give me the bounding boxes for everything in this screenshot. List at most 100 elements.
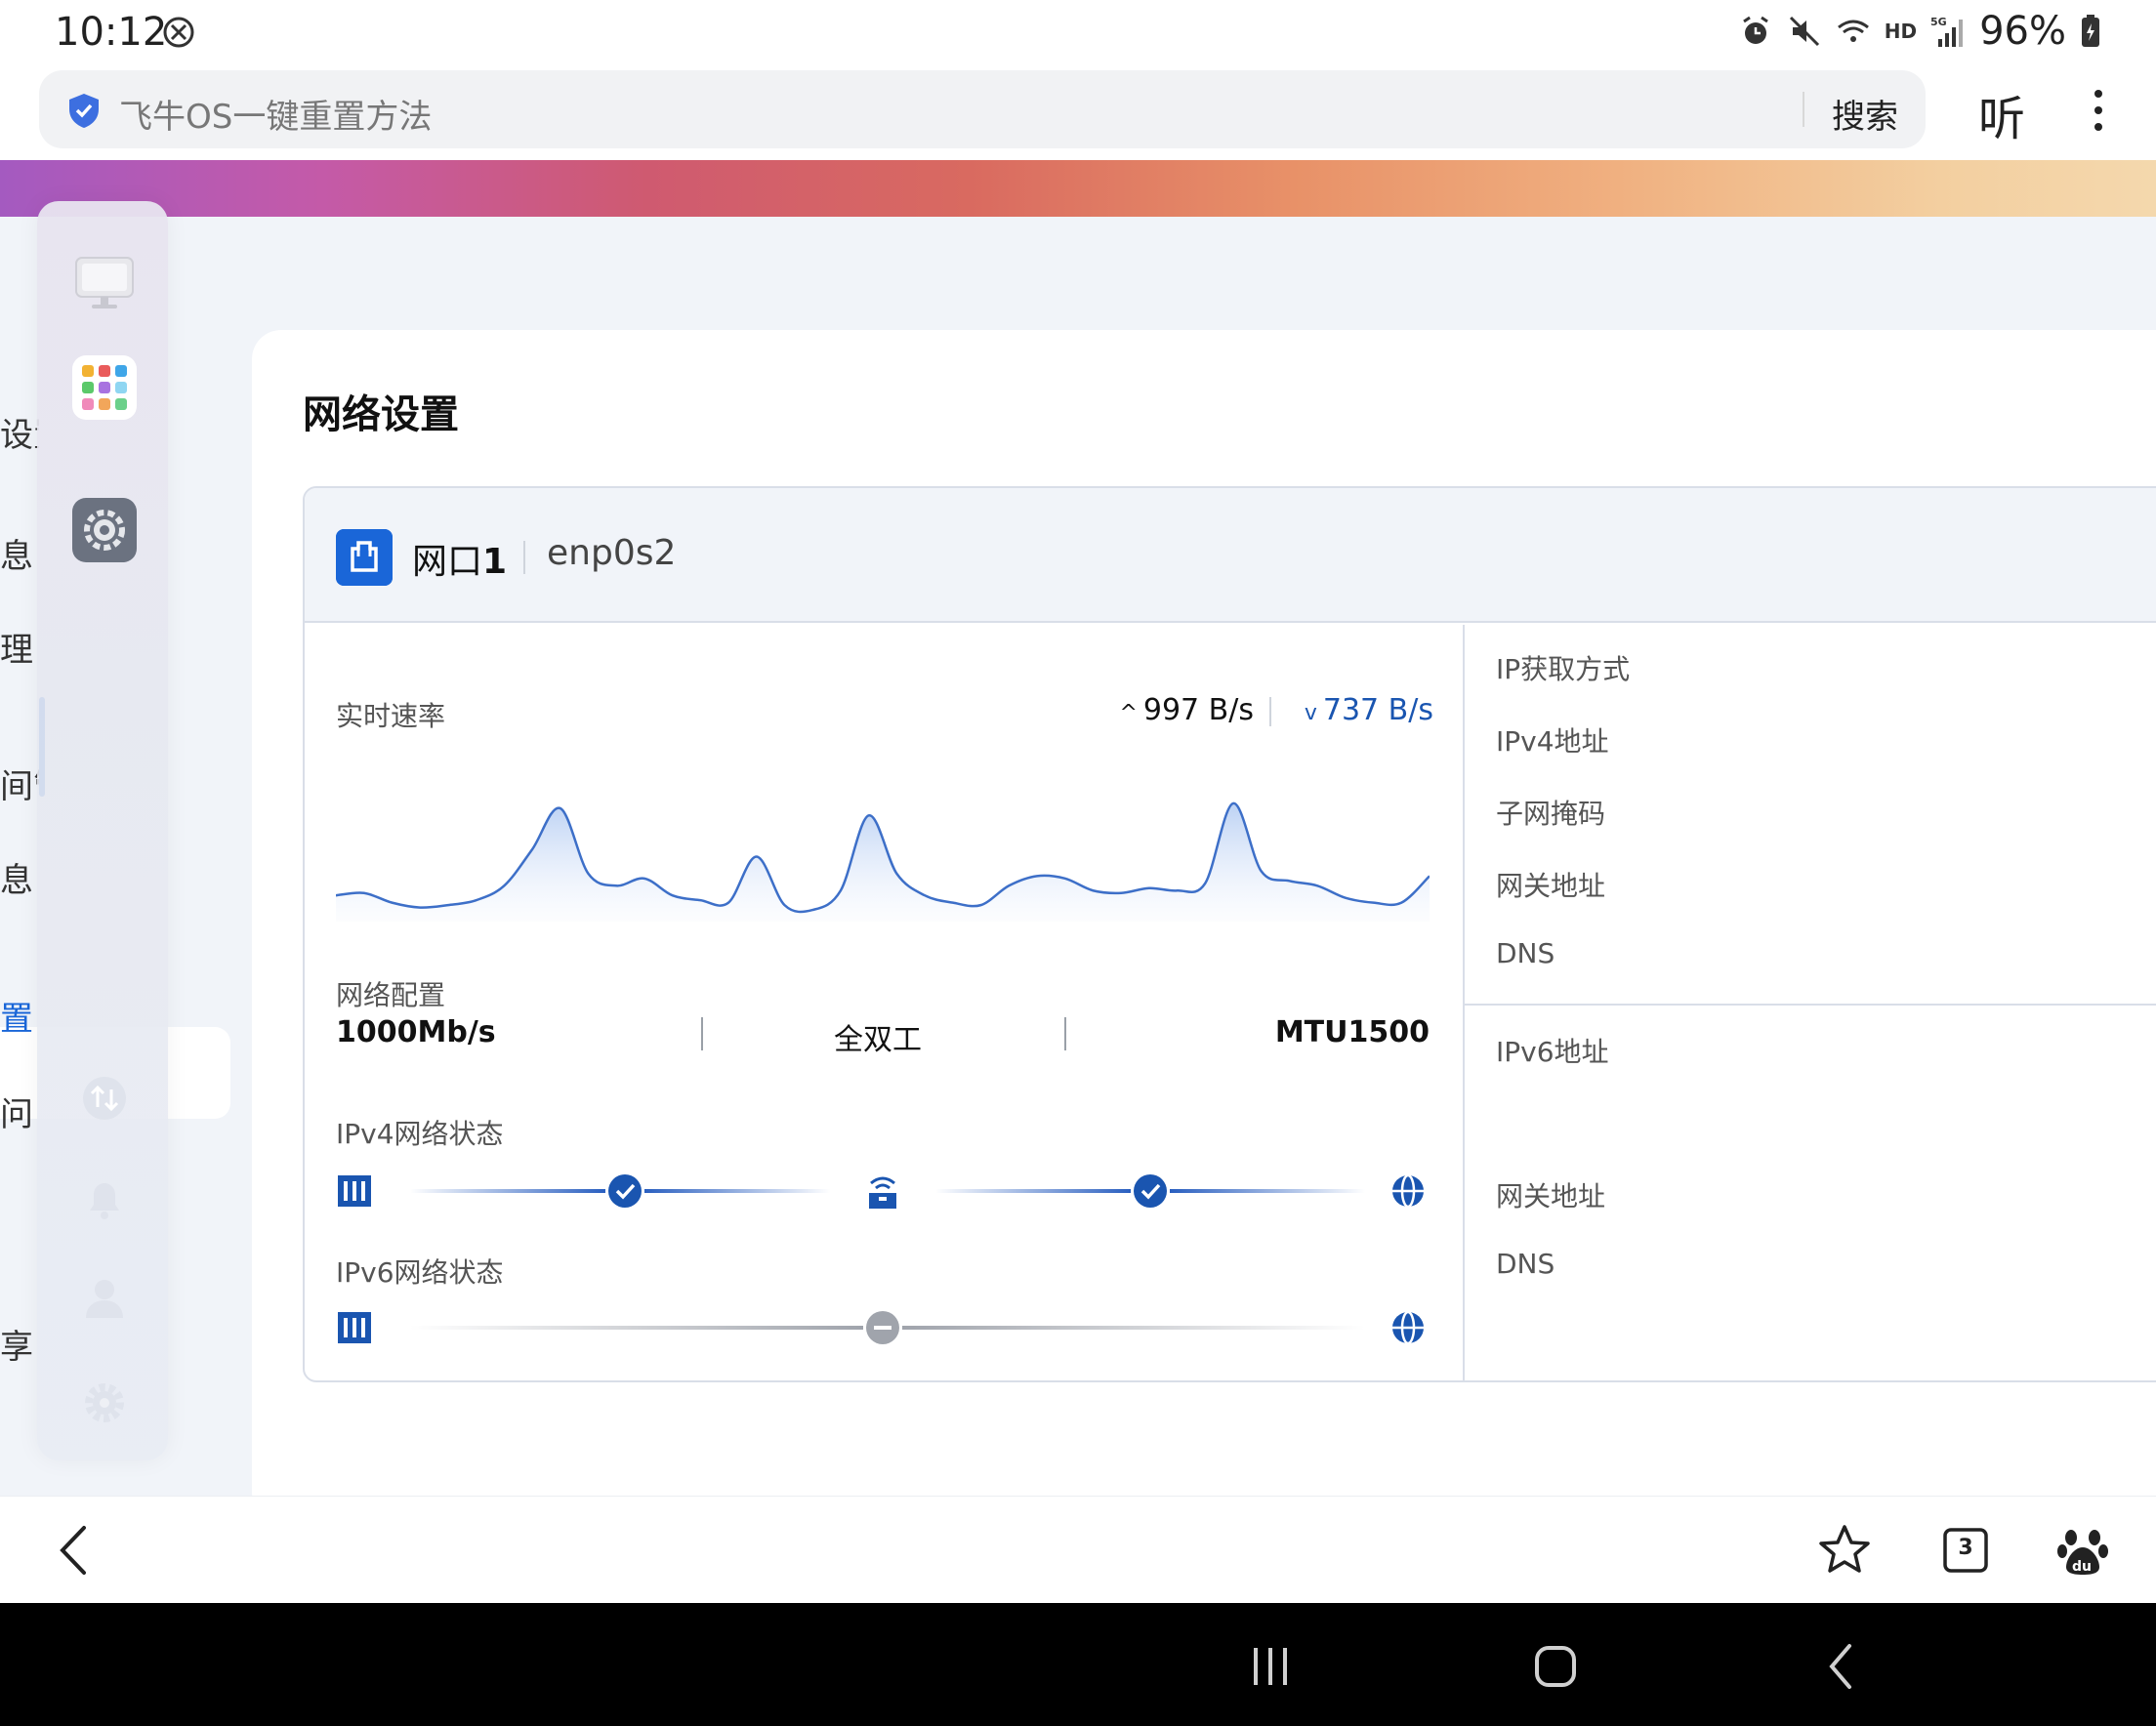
- web-viewport: 设置 息 理 间管 息 置 问 享: [0, 160, 2156, 1496]
- gateway-label: 网关地址: [1496, 870, 1606, 902]
- ip-section-divider: [1465, 1004, 2156, 1006]
- ethernet-port-icon: [336, 529, 393, 586]
- port-name-prefix: 网口: [412, 542, 483, 582]
- top-gradient-bar: [0, 160, 2156, 217]
- transfer-icon[interactable]: [80, 1074, 129, 1123]
- network-config-row: 1000Mb/s 全双工 MTU1500: [336, 1015, 1430, 1057]
- nic-icon: [338, 1312, 371, 1343]
- nav-back-icon[interactable]: [1818, 1642, 1867, 1691]
- dns-label: DNS: [1496, 937, 1555, 969]
- mute-icon: [1789, 16, 1819, 47]
- network-settings-card: 网络设置 网口1 enp0s2 实时速率 ^997 B/s v737 B/s: [252, 330, 2156, 1496]
- app-dock: [37, 201, 168, 1460]
- globe-icon: [1392, 1173, 1424, 1209]
- ipv4-status-diagram: [338, 1173, 1424, 1209]
- app-center-icon[interactable]: [72, 355, 137, 420]
- link-line: [1170, 1189, 1365, 1193]
- download-speed: v 737 B/s: [1305, 693, 1433, 727]
- search-query[interactable]: 飞牛OS一键重置方法: [119, 90, 432, 138]
- svg-text:5G: 5G: [1930, 16, 1947, 28]
- link-line: [644, 1189, 830, 1193]
- home-icon[interactable]: [1531, 1642, 1580, 1691]
- link-line-disabled: [902, 1326, 1365, 1330]
- more-vertical-icon[interactable]: [2084, 86, 2113, 135]
- config-divider: [701, 1017, 703, 1050]
- link-line-disabled: [410, 1326, 863, 1330]
- battery-charging-icon: [2082, 15, 2099, 47]
- status-time: 10:12: [55, 10, 168, 55]
- alarm-icon: [1742, 16, 1768, 44]
- check-circle-icon: [1134, 1174, 1167, 1208]
- nav-item-fragment[interactable]: 问: [0, 1088, 39, 1135]
- port-panel: 网口1 enp0s2 实时速率 ^ 997 B/s v 737 B/s 网络配置…: [303, 486, 2156, 1382]
- config-divider: [1064, 1017, 1066, 1050]
- ipv6-gateway-label: 网关地址: [1496, 1180, 1606, 1212]
- hd-badge: HD: [1884, 20, 1918, 43]
- network-speed-icon: [163, 17, 194, 48]
- network-config-label: 网络配置: [336, 979, 446, 1011]
- router-icon: [869, 1176, 896, 1209]
- upload-arrow-icon: ^: [1119, 701, 1138, 725]
- recent-apps-icon[interactable]: [1246, 1642, 1295, 1691]
- notification-bell-icon[interactable]: [80, 1175, 129, 1224]
- battery-percent: 96%: [1979, 9, 2066, 54]
- duplex-mode: 全双工: [834, 1023, 922, 1057]
- upload-speed: ^ 997 B/s: [1119, 693, 1254, 727]
- upload-speed-value: 997 B/s: [1142, 693, 1254, 727]
- user-icon[interactable]: [80, 1273, 129, 1322]
- monitor-icon[interactable]: [72, 250, 137, 314]
- download-speed-value: 737 B/s: [1322, 693, 1433, 727]
- nav-item-fragment-active[interactable]: 置: [0, 992, 39, 1040]
- back-icon[interactable]: [47, 1522, 104, 1579]
- baidu-paw-icon[interactable]: du: [2054, 1522, 2111, 1579]
- nic-icon: [338, 1175, 371, 1207]
- ipv4-status-row: [336, 1168, 1430, 1214]
- port-interface-name: enp0s2: [547, 533, 677, 573]
- nav-item-fragment[interactable]: 间管: [0, 760, 39, 807]
- port-number: 1: [482, 542, 508, 582]
- minus-circle-icon: [866, 1311, 899, 1344]
- page-title: 网络设置: [303, 392, 459, 437]
- check-circle-icon: [608, 1174, 642, 1208]
- tab-count: 3: [1958, 1536, 1973, 1560]
- wifi-icon: [1837, 20, 1869, 42]
- nav-item-fragment[interactable]: 理: [0, 623, 39, 671]
- link-speed: 1000Mb/s: [336, 1015, 496, 1049]
- ipv6-status-diagram: [338, 1310, 1424, 1345]
- status-bar: 10:12 HD 5G 96%: [0, 0, 2156, 62]
- ip-method-label: IP获取方式: [1496, 653, 1631, 685]
- link-line: [410, 1189, 605, 1193]
- signal-5g-icon: 5G: [1930, 16, 1964, 47]
- settings-app-icon[interactable]: [72, 498, 137, 562]
- ip-info-section: IP获取方式 IPv4地址 子网掩码 网关地址 DNS IPv6地址 网关地址 …: [1465, 625, 2156, 1380]
- shield-icon: [69, 94, 99, 128]
- port-name: 网口1: [412, 533, 507, 584]
- ipv6-dns-label: DNS: [1496, 1248, 1555, 1280]
- nav-item-fragment[interactable]: 享: [0, 1320, 39, 1368]
- nav-item-fragment[interactable]: 设置: [0, 408, 39, 456]
- ipv4-status-label: IPv4网络状态: [336, 1118, 504, 1150]
- link-line: [935, 1189, 1131, 1193]
- subnet-mask-label: 子网掩码: [1496, 798, 1606, 830]
- port-header[interactable]: 网口1 enp0s2: [305, 488, 2156, 623]
- search-button[interactable]: 搜索: [1832, 90, 1898, 138]
- listen-button[interactable]: 听: [1978, 80, 2025, 148]
- browser-address-bar[interactable]: 飞牛OS一键重置方法 搜索: [39, 70, 1926, 148]
- port-stats-section: 实时速率 ^ 997 B/s v 737 B/s 网络配置 1000Mb/s 全…: [305, 625, 1463, 1380]
- browser-bottom-toolbar: 3 du: [0, 1496, 2156, 1603]
- address-divider: [1803, 92, 1804, 127]
- rate-chart-area: [336, 802, 1430, 922]
- ipv6-status-row: [336, 1304, 1430, 1351]
- download-arrow-icon: v: [1304, 701, 1317, 725]
- nav-item-fragment[interactable]: 息: [0, 529, 39, 577]
- port-header-divider: [523, 541, 525, 574]
- realtime-rate-chart: [336, 801, 1430, 922]
- tabs-button[interactable]: 3: [1937, 1522, 1994, 1579]
- nav-item-fragment[interactable]: 息: [0, 853, 39, 901]
- star-icon[interactable]: [1816, 1522, 1873, 1579]
- gear-icon[interactable]: [80, 1378, 129, 1427]
- ipv6-address-label: IPv6地址: [1496, 1036, 1609, 1068]
- status-icons: HD 5G 96%: [1738, 8, 2101, 55]
- globe-icon: [1392, 1310, 1424, 1345]
- system-navigation-bar: [0, 1603, 2156, 1726]
